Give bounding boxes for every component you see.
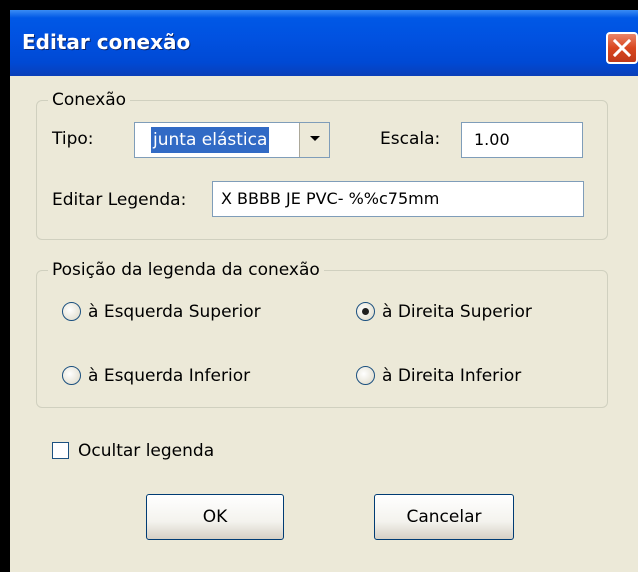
- position-group-legend: Posição da legenda da conexão: [48, 260, 324, 280]
- tipo-label: Tipo:: [52, 129, 94, 149]
- close-icon: [613, 39, 631, 57]
- editar-legenda-label: Editar Legenda:: [52, 190, 187, 210]
- radio-esquerda-superior[interactable]: [62, 302, 81, 321]
- tipo-dropdown-button[interactable]: [299, 123, 329, 157]
- editar-legenda-input[interactable]: X BBBB JE PVC- %%c75mm: [212, 181, 584, 217]
- tipo-select[interactable]: junta elástica: [134, 122, 330, 158]
- dialog-window: Editar conexão Conexão Tipo: junta elást…: [10, 10, 638, 572]
- chevron-down-icon: [310, 136, 320, 141]
- dialog-title: Editar conexão: [22, 30, 191, 54]
- escala-input[interactable]: 1.00: [461, 122, 583, 158]
- radio-direita-superior[interactable]: [356, 302, 375, 321]
- radio-direita-superior-label[interactable]: à Direita Superior: [382, 302, 532, 322]
- radio-esquerda-inferior[interactable]: [62, 366, 81, 385]
- ocultar-legenda-checkbox[interactable]: [52, 442, 69, 459]
- tipo-selected-value: junta elástica: [151, 127, 270, 153]
- ocultar-legenda-label[interactable]: Ocultar legenda: [78, 441, 214, 461]
- close-button[interactable]: [606, 32, 638, 64]
- radio-selected-dot: [362, 308, 369, 315]
- connection-group: [36, 100, 608, 240]
- escala-label: Escala:: [380, 129, 441, 149]
- cancel-button[interactable]: Cancelar: [374, 494, 514, 540]
- ok-button[interactable]: OK: [146, 494, 284, 540]
- radio-esquerda-superior-label[interactable]: à Esquerda Superior: [88, 302, 261, 322]
- radio-esquerda-inferior-label[interactable]: à Esquerda Inferior: [88, 366, 250, 386]
- connection-group-legend: Conexão: [48, 90, 131, 110]
- title-bar[interactable]: Editar conexão: [10, 10, 638, 76]
- position-group: [36, 270, 608, 408]
- radio-direita-inferior-label[interactable]: à Direita Inferior: [382, 366, 521, 386]
- radio-direita-inferior[interactable]: [356, 366, 375, 385]
